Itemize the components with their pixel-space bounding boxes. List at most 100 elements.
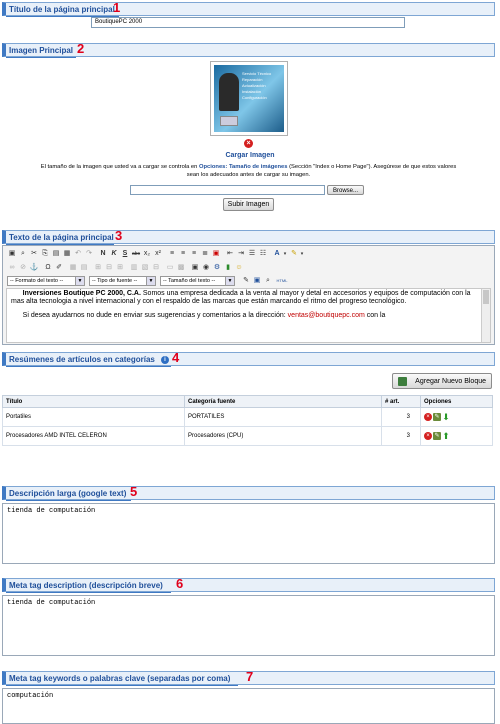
size-select-value: -- Tamaño del texto --: [163, 278, 216, 284]
strikethrough-icon[interactable]: abc: [131, 249, 141, 259]
editor-scrollbar[interactable]: [481, 289, 490, 342]
company-name: Inversiones Boutique PC 2000, C.A.: [22, 290, 141, 297]
italic-icon[interactable]: K: [109, 249, 119, 259]
page-title-input[interactable]: BoutiquePC 2000: [91, 17, 405, 28]
find-icon[interactable]: ⌕: [18, 249, 28, 259]
arrow-down-icon[interactable]: ⬇: [442, 413, 450, 422]
image-caption: Servicio Técnico Reparación Actualizació…: [242, 71, 272, 100]
edit-icon[interactable]: ✎: [433, 413, 441, 421]
flash-icon[interactable]: ⚙: [212, 263, 222, 273]
step-marker-4: 4: [172, 350, 180, 365]
cut-icon[interactable]: ✂: [29, 249, 39, 259]
chevron-down-icon: ▼: [225, 277, 234, 285]
ordered-list-icon[interactable]: ☷: [258, 249, 268, 259]
title-underline: [6, 592, 171, 593]
editor-toolbar-row-1: ▣ ⌕ ✂ ⎘ ▤ ▦ ↶ ↷ N K S abc x₂ x² ≡ ≡ ≡ ≣ …: [7, 249, 487, 259]
row-count: 3: [381, 426, 421, 446]
undo-icon[interactable]: ↶: [73, 249, 83, 259]
size-select[interactable]: -- Tamaño del texto -- ▼: [160, 276, 235, 286]
font-select[interactable]: -- Tipo de fuente -- ▼: [89, 276, 156, 286]
chevron-down-icon[interactable]: ▾: [297, 249, 307, 259]
search-replace-icon[interactable]: ⌕: [263, 276, 273, 286]
insert-col-icon[interactable]: ⊞: [115, 263, 125, 273]
unordered-list-icon[interactable]: ☰: [247, 249, 257, 259]
table-props-icon[interactable]: ▤: [79, 263, 89, 273]
meta-keywords-textarea[interactable]: computación: [2, 688, 495, 724]
delete-col-icon[interactable]: ⊟: [151, 263, 161, 273]
source-icon[interactable]: ▣: [7, 249, 17, 259]
outdent-icon[interactable]: ⇤: [225, 249, 235, 259]
delete-icon[interactable]: ×: [244, 139, 253, 148]
file-path-input[interactable]: [130, 185, 325, 195]
arrow-up-icon[interactable]: ⬆: [442, 432, 450, 441]
align-center-icon[interactable]: ≡: [178, 249, 188, 259]
delete-row-icon[interactable]: ⊟: [104, 263, 114, 273]
image-icon[interactable]: ▣: [190, 263, 200, 273]
image-size-note: El tamaño de la imagen que usted va a ca…: [2, 163, 495, 179]
subscript-icon[interactable]: x₂: [142, 249, 152, 259]
section-title: Meta tag description (descripción breve): [9, 581, 163, 590]
remove-format-icon[interactable]: ✎: [241, 276, 251, 286]
editor-content[interactable]: Inversiones Boutique PC 2000, C.A. Somos…: [6, 288, 491, 343]
person-silhouette: [219, 73, 239, 111]
align-right-icon[interactable]: ≡: [189, 249, 199, 259]
section-header-text: Texto de la página principal: [2, 230, 495, 245]
add-block-button[interactable]: Agregar Nuevo Bloque: [392, 373, 492, 389]
copy-icon[interactable]: ⎘: [40, 249, 50, 259]
title-underline: [6, 366, 171, 367]
edit-icon[interactable]: ✎: [433, 432, 441, 440]
row-count: 3: [381, 407, 421, 427]
long-description-textarea[interactable]: tienda de computación: [2, 503, 495, 564]
align-left-icon[interactable]: ≡: [167, 249, 177, 259]
underline-icon[interactable]: S: [120, 249, 130, 259]
editor-toolbar-row-3: -- Formato del texto -- ▼ -- Tipo de fuen…: [7, 276, 487, 286]
split-cells-icon[interactable]: ▧: [140, 263, 150, 273]
contact-email-link[interactable]: ventas@boutiquepc.com: [288, 312, 365, 319]
paste-icon[interactable]: ▤: [51, 249, 61, 259]
section-header-title: Título de la página principal: [2, 2, 495, 17]
upload-image-button[interactable]: Subir Imagen: [223, 198, 274, 211]
superscript-icon[interactable]: x²: [153, 249, 163, 259]
scrollbar-thumb[interactable]: [483, 290, 489, 304]
meta-description-textarea[interactable]: tienda de computación: [2, 595, 495, 656]
column-header-options: Opciones: [420, 395, 493, 408]
info-icon[interactable]: i: [161, 356, 169, 364]
anchor-icon[interactable]: ⚓: [29, 263, 39, 273]
table-row: Portatiles PORTATILES 3 × ✎ ⬇: [2, 407, 493, 427]
cleanup-icon[interactable]: ✐: [54, 263, 64, 273]
image-size-options-link[interactable]: Opciones: Tamaño de imágenes: [199, 164, 287, 170]
browse-button[interactable]: Browse...: [327, 185, 364, 195]
emoticon-icon[interactable]: ☺: [234, 263, 244, 273]
template-icon[interactable]: ▣: [211, 249, 221, 259]
media-icon[interactable]: ◉: [201, 263, 211, 273]
insert-row-icon[interactable]: ⊞: [93, 263, 103, 273]
html-icon[interactable]: HTML: [275, 276, 289, 286]
contact-text: Si desea ayudarnos no dude en enviar sus…: [22, 312, 288, 319]
format-select[interactable]: -- Formato del texto -- ▼: [7, 276, 85, 286]
preview-icon[interactable]: ▣: [252, 276, 262, 286]
upload-image-link[interactable]: Cargar Imagen: [0, 152, 500, 159]
table-row: Procesadores AMD INTEL CELERON Procesado…: [2, 426, 493, 446]
visual-aid-icon[interactable]: ▩: [176, 263, 186, 273]
note-text-line2: sean los adecuados antes de cargar su im…: [186, 172, 311, 178]
add-block-label: Agregar Nuevo Bloque: [415, 378, 486, 385]
hr-icon[interactable]: ▭: [165, 263, 175, 273]
redo-icon[interactable]: ↷: [84, 249, 94, 259]
laptop-shape: [220, 116, 238, 126]
delete-icon[interactable]: ×: [424, 432, 432, 440]
step-marker-1: 1: [113, 0, 121, 15]
special-char-icon[interactable]: Ω: [43, 263, 53, 273]
paste-word-icon[interactable]: ▦: [62, 249, 72, 259]
link-icon[interactable]: ∞: [7, 263, 17, 273]
merge-cells-icon[interactable]: ▥: [129, 263, 139, 273]
step-marker-6: 6: [176, 576, 184, 591]
unlink-icon[interactable]: ⊘: [18, 263, 28, 273]
delete-icon[interactable]: ×: [424, 413, 432, 421]
chevron-down-icon: ▼: [146, 277, 155, 285]
justify-icon[interactable]: ≣: [200, 249, 210, 259]
table-icon[interactable]: ▦: [68, 263, 78, 273]
format-select-value: -- Formato del texto --: [10, 278, 64, 284]
indent-icon[interactable]: ⇥: [236, 249, 246, 259]
bold-icon[interactable]: N: [98, 249, 108, 259]
document-icon[interactable]: ▮: [223, 263, 233, 273]
